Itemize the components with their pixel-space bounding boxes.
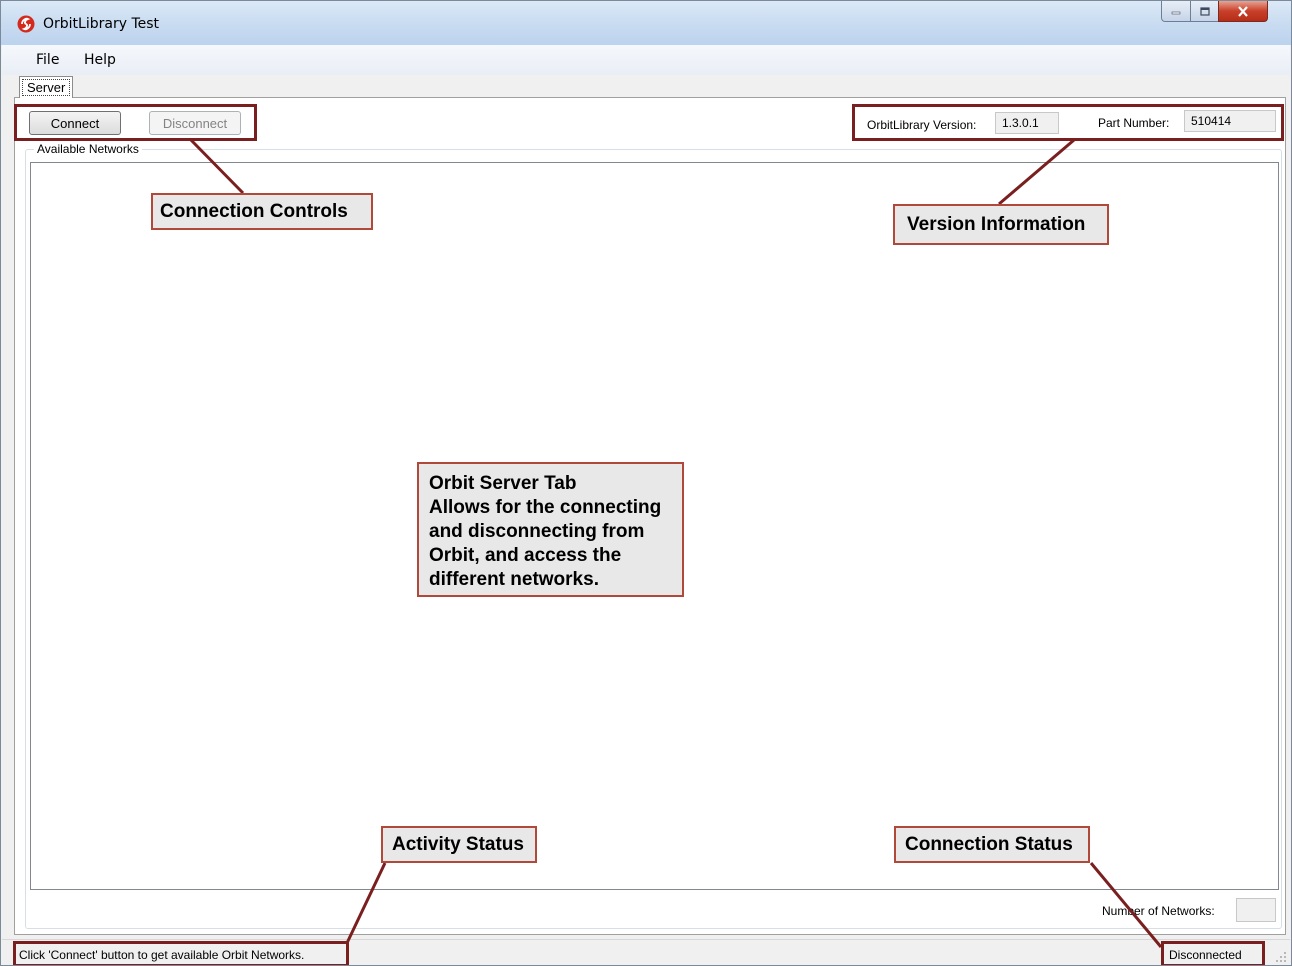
connection-controls-callout: Connection Controls (151, 193, 373, 230)
maximize-button[interactable] (1190, 1, 1219, 22)
title-bar: OrbitLibrary Test (1, 1, 1291, 45)
number-of-networks-label: Number of Networks: (1102, 904, 1215, 918)
maximize-icon (1199, 6, 1210, 16)
available-networks-title: Available Networks (34, 142, 142, 156)
menu-help[interactable]: Help (78, 52, 122, 68)
connection-status-callout: Connection Status (894, 826, 1090, 863)
server-tab-callout: Orbit Server Tab Allows for the connecti… (417, 462, 684, 597)
version-information-highlight (852, 104, 1284, 141)
size-grip-icon[interactable] (1275, 951, 1287, 963)
menu-file[interactable]: File (30, 52, 65, 68)
activity-status-callout: Activity Status (381, 826, 537, 863)
connection-status-highlight (1161, 941, 1265, 965)
minimize-button[interactable] (1161, 1, 1191, 22)
orbit-logo-icon (17, 15, 35, 33)
minimize-icon (1171, 11, 1181, 15)
close-icon (1238, 5, 1248, 17)
server-tab-callout-title: Orbit Server Tab (429, 473, 577, 494)
menu-bar: File Help (2, 45, 1290, 75)
app-window: OrbitLibrary Test File Help Server Conne… (0, 0, 1292, 966)
connection-controls-highlight (14, 104, 257, 141)
version-information-callout: Version Information (893, 204, 1109, 245)
close-button[interactable] (1218, 1, 1268, 22)
activity-status-highlight (13, 941, 349, 965)
tab-server[interactable]: Server (19, 76, 73, 98)
window-title: OrbitLibrary Test (43, 16, 160, 32)
server-tab-callout-desc: Allows for the connecting and disconnect… (429, 497, 662, 590)
number-of-networks-field (1236, 898, 1276, 922)
tab-server-label: Server (22, 79, 71, 96)
